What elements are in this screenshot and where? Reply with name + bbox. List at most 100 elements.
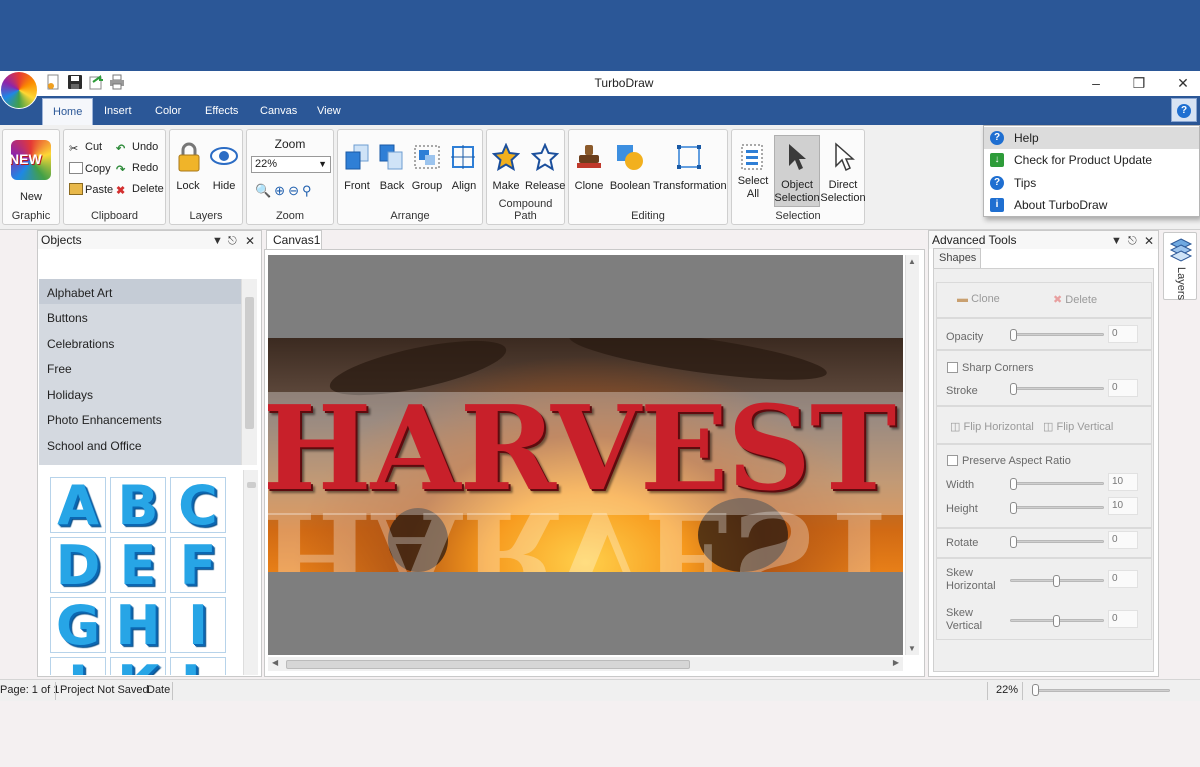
lock-button[interactable]: Lock <box>172 180 204 192</box>
scroll-down-icon[interactable]: ▼ <box>908 644 916 653</box>
scroll-thumb[interactable] <box>245 297 254 429</box>
hide-button[interactable]: Hide <box>208 180 240 192</box>
menu-check-update[interactable]: ↓ Check for Product Update <box>984 149 1199 171</box>
scroll-thumb[interactable] <box>286 660 690 669</box>
cut-button[interactable]: ✂ Cut <box>69 141 102 155</box>
direct-selection-button[interactable]: Direct Selection <box>820 179 866 205</box>
scroll-right-icon[interactable]: ▶ <box>893 658 899 667</box>
redo-button[interactable]: ↷ Redo <box>116 162 158 176</box>
skew-horizontal-slider-knob[interactable] <box>1053 575 1060 587</box>
skew-horizontal-value[interactable]: 0 <box>1108 570 1138 588</box>
release-button[interactable]: Release <box>525 180 565 192</box>
canvas-document-tab[interactable]: Canvas1 <box>266 230 322 250</box>
category-item[interactable]: Alphabet Art <box>47 286 112 300</box>
object-thumbnail[interactable]: C <box>170 477 226 534</box>
object-thumbnail[interactable]: I <box>170 597 226 654</box>
object-thumbnail[interactable]: D <box>50 537 106 594</box>
minimize-button[interactable]: – <box>1083 73 1109 93</box>
menu-about[interactable]: i About TurboDraw <box>984 194 1199 216</box>
stroke-slider[interactable] <box>1010 387 1104 390</box>
delete-button[interactable]: ✖ Delete <box>116 183 164 197</box>
preserve-aspect-checkbox[interactable] <box>947 455 958 466</box>
menu-help[interactable]: ? Help <box>984 127 1199 149</box>
object-thumbnail[interactable]: B <box>110 477 166 534</box>
object-thumbnail[interactable]: E <box>110 537 166 594</box>
transformation-button[interactable]: Transformation <box>653 180 727 192</box>
category-item[interactable]: Celebrations <box>47 337 114 351</box>
height-slider[interactable] <box>1010 506 1104 509</box>
sharp-corners-checkbox[interactable] <box>947 362 958 373</box>
app-logo-icon[interactable] <box>0 71 38 109</box>
height-value[interactable]: 10 <box>1108 497 1138 515</box>
close-button[interactable]: ✕ <box>1170 73 1196 93</box>
tab-insert[interactable]: Insert <box>94 98 142 125</box>
width-value[interactable]: 10 <box>1108 473 1138 491</box>
maximize-button[interactable]: ❐ <box>1126 73 1152 93</box>
save-icon[interactable] <box>67 74 83 90</box>
canvas-horizontal-scrollbar[interactable]: ◀ ▶ <box>268 657 903 671</box>
scroll-thumb[interactable] <box>247 482 256 488</box>
skew-vertical-slider-knob[interactable] <box>1053 615 1060 627</box>
new-file-icon[interactable] <box>45 74 61 90</box>
object-selection-button[interactable]: Object Selection <box>774 179 820 205</box>
pin-icon[interactable]: ⎋ <box>228 232 237 250</box>
category-item[interactable]: Photo Enhancements <box>47 413 162 427</box>
scroll-up-icon[interactable]: ▲ <box>908 257 916 266</box>
panel-menu-icon[interactable]: ▼ <box>1111 232 1122 250</box>
print-icon[interactable] <box>109 74 125 90</box>
group-button[interactable]: Group <box>409 180 445 192</box>
select-all-button[interactable]: Select All <box>732 175 774 201</box>
align-button[interactable]: Align <box>446 180 482 192</box>
zoom-select[interactable]: 22% ▼ <box>251 156 331 173</box>
opacity-slider-knob[interactable] <box>1010 329 1017 341</box>
opacity-value[interactable]: 0 <box>1108 325 1138 343</box>
category-item[interactable]: Free <box>47 362 72 376</box>
thumbnail-scrollbar[interactable] <box>243 470 258 675</box>
front-button[interactable]: Front <box>338 180 376 192</box>
shape-clone-button[interactable]: ▬ Clone <box>957 293 1000 305</box>
object-thumbnail[interactable]: A <box>50 477 106 534</box>
paste-button[interactable]: Paste <box>69 183 113 196</box>
category-scrollbar[interactable] <box>241 279 257 465</box>
category-item[interactable]: School and Office <box>47 439 142 453</box>
close-panel-icon[interactable]: ✕ <box>1144 232 1154 250</box>
layers-side-tab[interactable]: Layers <box>1163 232 1197 300</box>
width-slider-knob[interactable] <box>1010 478 1017 490</box>
zoom-tool-icons[interactable]: 🔍⊕⊖⚲ <box>255 183 315 199</box>
tab-canvas[interactable]: Canvas <box>250 98 307 125</box>
width-slider[interactable] <box>1010 482 1104 485</box>
undo-button[interactable]: ↶ Undo <box>116 141 158 155</box>
rotate-value[interactable]: 0 <box>1108 531 1138 549</box>
object-thumbnail[interactable]: K <box>110 657 166 675</box>
object-thumbnail[interactable]: J <box>50 657 106 675</box>
shapes-tab[interactable]: Shapes <box>933 248 981 268</box>
scroll-left-icon[interactable]: ◀ <box>272 658 278 667</box>
new-graphic-button[interactable]: New <box>3 191 59 203</box>
panel-menu-icon[interactable]: ▼ <box>212 232 223 250</box>
status-zoom-slider-knob[interactable] <box>1032 684 1039 696</box>
skew-vertical-value[interactable]: 0 <box>1108 610 1138 628</box>
make-button[interactable]: Make <box>487 180 525 192</box>
stroke-slider-knob[interactable] <box>1010 383 1017 395</box>
tab-effects[interactable]: Effects <box>195 98 248 125</box>
category-item[interactable]: Buttons <box>47 311 88 325</box>
canvas-vertical-scrollbar[interactable]: ▲ ▼ <box>905 255 919 655</box>
object-thumbnail[interactable]: F <box>170 537 226 594</box>
status-zoom-slider[interactable] <box>1034 689 1170 692</box>
boolean-button[interactable]: Boolean <box>609 180 651 192</box>
tab-color[interactable]: Color <box>145 98 191 125</box>
flip-horizontal-button[interactable]: ◫ Flip Horizontal <box>950 420 1034 433</box>
export-icon[interactable] <box>88 74 104 90</box>
height-slider-knob[interactable] <box>1010 502 1017 514</box>
close-panel-icon[interactable]: ✕ <box>245 232 255 250</box>
flip-vertical-button[interactable]: ◫ Flip Vertical <box>1043 420 1113 433</box>
stroke-value[interactable]: 0 <box>1108 379 1138 397</box>
tab-home[interactable]: Home <box>42 98 94 125</box>
object-thumbnail[interactable]: G <box>50 597 106 654</box>
category-item[interactable]: Holidays <box>47 388 93 402</box>
copy-button[interactable]: Copy <box>69 162 111 175</box>
rotate-slider-knob[interactable] <box>1010 536 1017 548</box>
pin-icon[interactable]: ⎋ <box>1128 232 1137 250</box>
shape-delete-button[interactable]: ✖ Delete <box>1053 293 1097 306</box>
back-button[interactable]: Back <box>374 180 410 192</box>
